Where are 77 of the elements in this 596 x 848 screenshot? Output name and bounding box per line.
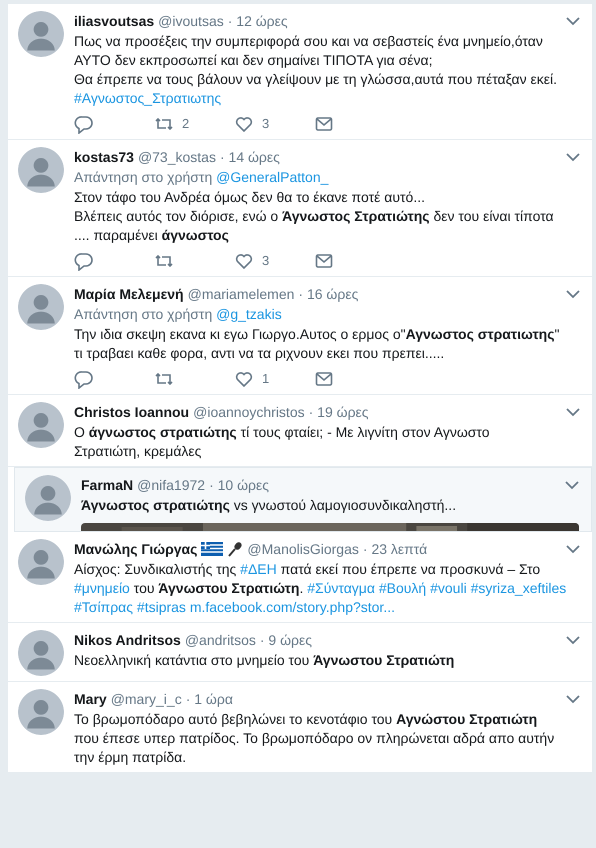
reply-icon	[74, 251, 94, 271]
user-handle[interactable]: @nifa1972	[137, 475, 206, 495]
like-icon	[234, 369, 254, 389]
timestamp[interactable]: · 1 ώρα	[186, 689, 233, 709]
reply-label: Απάντηση στο χρήστη	[74, 169, 212, 185]
hashtag-link[interactable]: #ΔΕΗ	[240, 561, 277, 577]
timestamp[interactable]: · 16 ώρες	[298, 284, 358, 304]
like-button[interactable]: 3	[234, 114, 314, 134]
user-name[interactable]: Christos Ioannou	[74, 402, 190, 422]
reply-icon	[74, 114, 94, 134]
user-name[interactable]: iliasvoutsas	[74, 11, 154, 31]
user-name[interactable]: kostas73	[74, 147, 134, 167]
chevron-down-icon[interactable]	[566, 635, 580, 645]
avatar-icon[interactable]	[18, 284, 64, 330]
like-button[interactable]: 1	[234, 369, 314, 389]
hashtag-link[interactable]: #μνημείο	[74, 580, 130, 596]
hashtag-link[interactable]: #vouli	[430, 580, 467, 596]
timestamp[interactable]: · 12 ώρες	[228, 11, 288, 31]
mention-link[interactable]: @GeneralPatton_	[216, 169, 328, 185]
avatar-icon[interactable]	[18, 689, 64, 735]
chevron-down-icon[interactable]	[566, 152, 580, 162]
user-name[interactable]: FarmaN	[81, 475, 134, 495]
hashtag-link[interactable]: #Τσίπρας	[74, 599, 134, 615]
hashtag-link[interactable]: #Βουλή	[378, 580, 426, 596]
user-handle[interactable]: @mary_i_c	[110, 689, 182, 709]
mail-icon	[314, 369, 334, 389]
flag-icon	[201, 542, 224, 556]
avatar-icon[interactable]	[18, 147, 64, 193]
reply-icon	[74, 369, 94, 389]
user-handle[interactable]: @ioannoychristos	[193, 402, 305, 422]
timestamp[interactable]: · 23 λεπτά	[362, 539, 428, 559]
user-name[interactable]: Mary	[74, 689, 107, 709]
chevron-down-icon[interactable]	[566, 407, 580, 417]
mail-icon	[314, 251, 334, 271]
like-button[interactable]: 3	[234, 251, 314, 271]
timestamp[interactable]: · 9 ώρες	[260, 630, 312, 650]
chevron-down-icon[interactable]	[566, 16, 580, 26]
user-name[interactable]: Nikos Andritsos	[74, 630, 181, 650]
tweet-text: Νεοελληνική κατάντια στο μνημείο του Άγνωστου Στρατιώτη	[74, 651, 456, 670]
timestamp[interactable]: · 10 ώρες	[209, 475, 269, 495]
tweet-text: Το βρωμοπόδαρο αυτό βεβηλώνει το κενοτάφιο του Αγνώστου Στρατιώτη που έπεσε υπερ πατρίδος. Το βρωμοπόδαρο ον πληρώνεται αδρά απο αυτήν την έρμη πατρίδα.	[74, 710, 556, 767]
tweet-text: Άγνωστος στρατιώτης vs γνωστού λαμογιοσυνδικαληστή...	[81, 496, 458, 515]
user-name[interactable]: Μαρία Μελεμενή	[74, 284, 184, 304]
hashtag-link[interactable]: m.facebook.com/story.php?stor...	[190, 599, 395, 615]
chevron-down-icon[interactable]	[566, 694, 580, 704]
mention-link[interactable]: @g_tzakis	[216, 306, 282, 322]
timestamp[interactable]: · 14 ώρες	[220, 147, 280, 167]
tweet-text: Ο άγνωστος στρατιώτης τί τους φταίει; - Με λιγνίτη στον Αγνωστο Στρατιώτη, κρεμάλες	[74, 423, 491, 461]
chevron-down-icon[interactable]	[565, 480, 579, 490]
like-icon	[234, 114, 254, 134]
like-icon	[234, 251, 254, 271]
avatar-icon[interactable]	[18, 539, 64, 585]
user-handle[interactable]: @ivoutsas	[158, 11, 224, 31]
user-name[interactable]: Μανώλης Γιώργας	[74, 539, 198, 559]
hashtag-link[interactable]: #Αγνωστος_Στρατιωτης	[74, 90, 222, 106]
mail-icon	[314, 114, 334, 134]
user-handle[interactable]: @mariamelemen	[188, 284, 294, 304]
tweet-text: Πως να προσέξεις την συμπεριφορά σου και να σεβαστείς ένα μνημείο,όταν ΑΥΤΟ δεν εκπροσωπεί και δεν σημαίνει ΤΙΠΟΤΑ για σένα; Θα έπρεπε να τους βάλουν να γλείψουν με τη γλώσσα,αυτά που πέταξαν εκεί. #Αγνωστος_Στρατιωτης	[74, 32, 558, 108]
chevron-down-icon[interactable]	[566, 289, 580, 299]
user-handle[interactable]: @73_kostas	[138, 147, 216, 167]
user-handle[interactable]: @ManolisGiorgas	[247, 539, 359, 559]
avatar-icon[interactable]	[18, 402, 64, 448]
tweet-text: Αίσχος: Συνδικαλιστής της #ΔΕΗ πατά εκεί που έπρεπε να προσκυνά – Στο #μνημείο του Άγνωστου Στρατιώτη. #Σύνταγμα #Βουλή #vouli #syriza_xeftiles #Τσίπρας #tsipras m.facebook.com/story.php?stor...	[74, 560, 568, 617]
microphone-icon	[227, 541, 244, 557]
tweet-text: Την ιδια σκεψη εκανα κι εγω Γιωργο.Αυτος ο ερμος ο"Αγνωστος στρατιωτης" τι τραβαει καθε φορα, αντι να τα ριχνουν εκει που πρεπει.....	[74, 325, 561, 363]
avatar-icon[interactable]	[25, 475, 71, 521]
user-handle[interactable]: @andritsos	[184, 630, 256, 650]
tweet-text: Στον τάφο του Ανδρέα όμως δεν θα το έκανε ποτέ αυτό... Βλέπεις αυτός τον διόρισε, ενώ ο Άγνωστος Στρατιώτης δεν του είναι τίποτα .... παραμένει άγνωστος	[74, 188, 555, 245]
hashtag-link[interactable]: #Σύνταγμα	[307, 580, 375, 596]
hashtag-link[interactable]: #syriza_xeftiles	[470, 580, 566, 596]
retweet-button[interactable]: 2	[154, 114, 234, 134]
chevron-down-icon[interactable]	[566, 544, 580, 554]
hashtag-link[interactable]: #tsipras	[136, 599, 186, 615]
avatar-icon[interactable]	[18, 630, 64, 676]
avatar-icon[interactable]	[18, 11, 64, 57]
timestamp[interactable]: · 19 ώρες	[308, 402, 369, 422]
reply-label: Απάντηση στο χρήστη	[74, 306, 212, 322]
